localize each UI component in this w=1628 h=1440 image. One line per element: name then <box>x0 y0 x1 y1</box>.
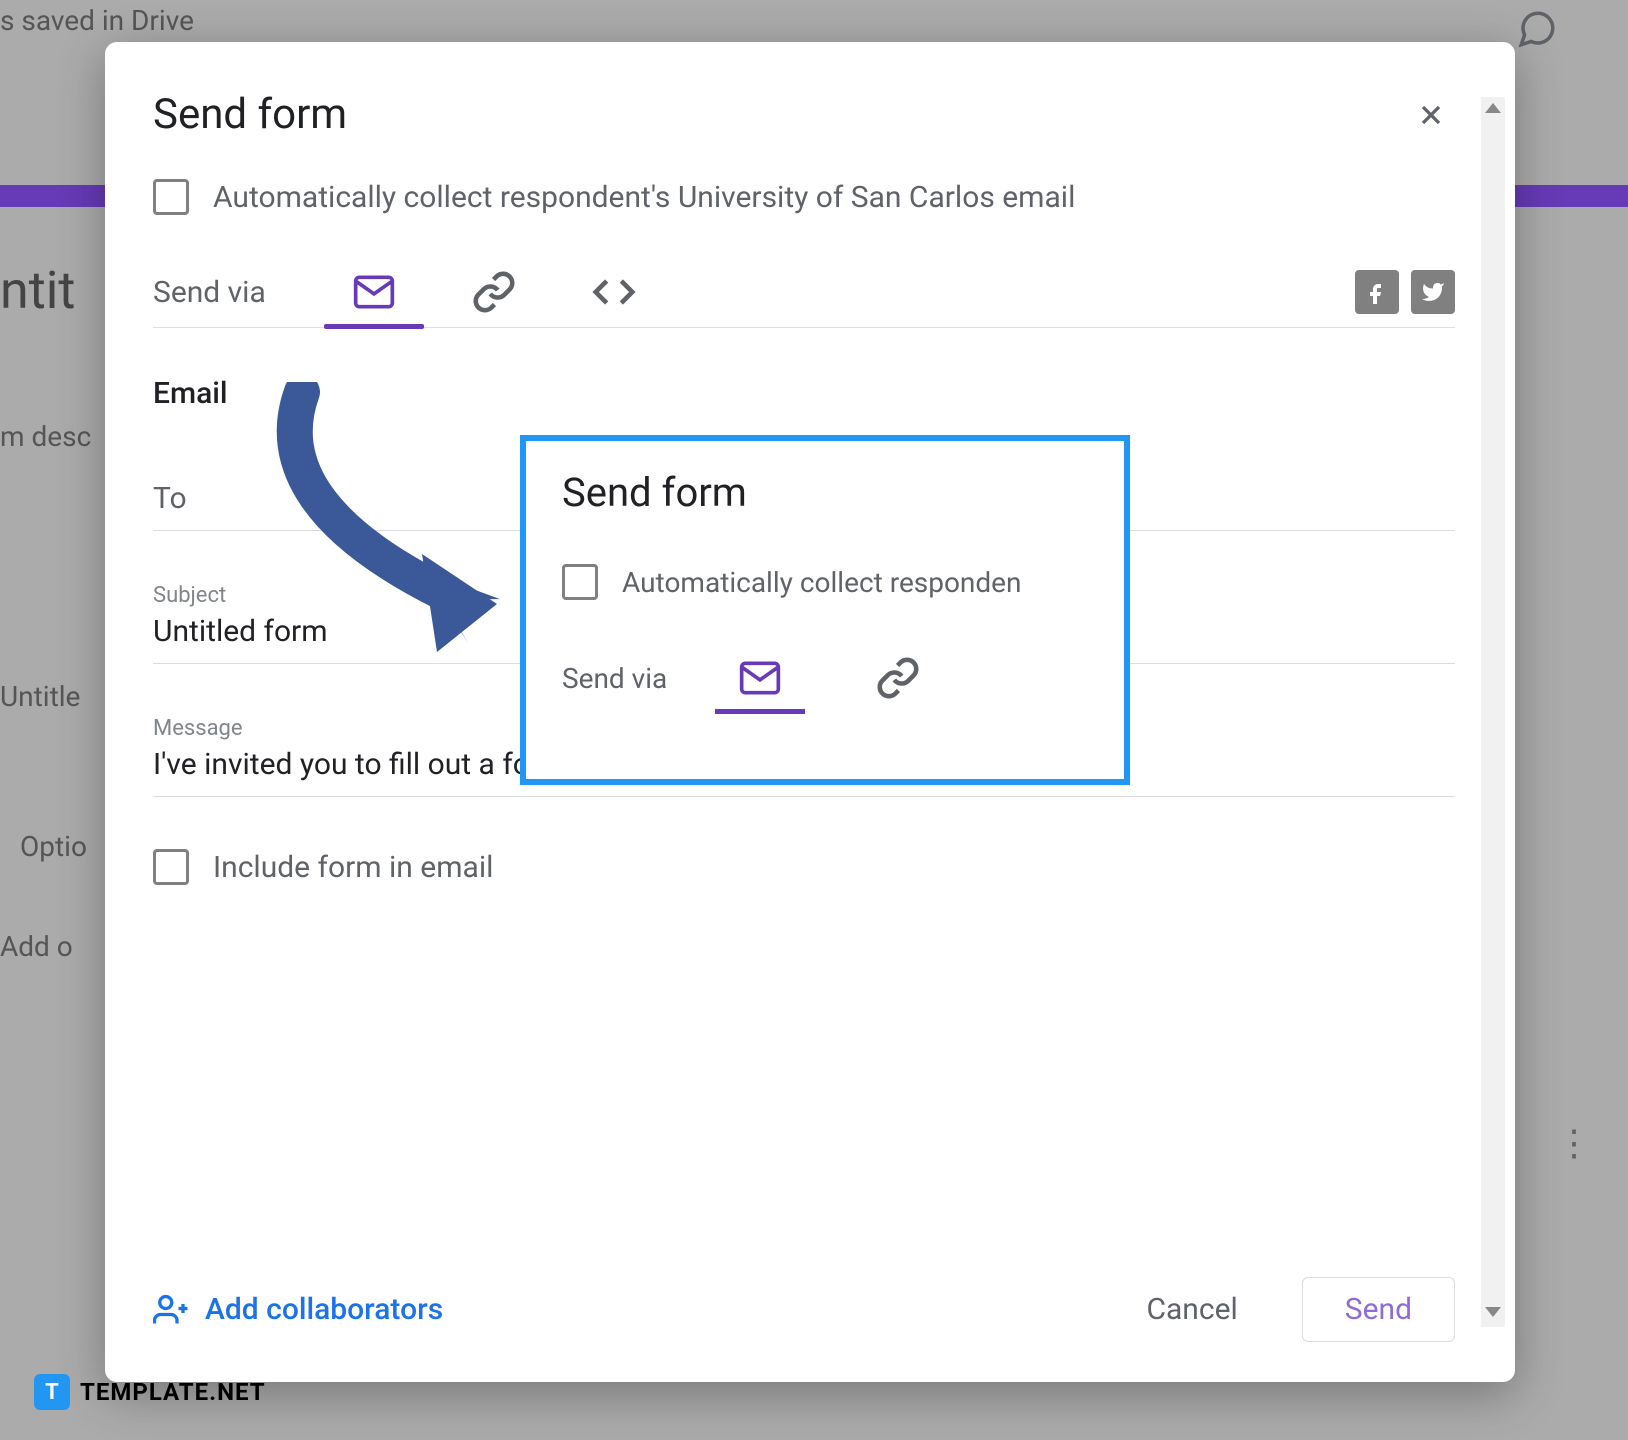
callout-title: Send form <box>562 469 1088 516</box>
tab-link[interactable] <box>434 257 554 327</box>
callout-checkbox <box>562 564 598 600</box>
scrollbar[interactable] <box>1481 97 1505 1327</box>
close-icon <box>1415 99 1447 131</box>
include-form-label: Include form in email <box>213 850 493 885</box>
bg-option: Optio <box>20 830 87 863</box>
auto-collect-checkbox[interactable] <box>153 179 189 215</box>
twitter-icon <box>1421 280 1445 304</box>
email-icon <box>352 270 396 314</box>
link-icon <box>472 270 516 314</box>
watermark-icon: T <box>34 1374 70 1410</box>
watermark-text: TEMPLATE.NET <box>80 1378 266 1406</box>
add-collaborators-button[interactable]: Add collaborators <box>153 1292 443 1328</box>
cancel-button[interactable]: Cancel <box>1122 1278 1261 1341</box>
annotation-callout: Send form Automatically collect responde… <box>520 435 1130 785</box>
modal-title: Send form <box>153 90 347 139</box>
callout-tab-link <box>853 646 943 710</box>
email-icon <box>738 656 782 700</box>
send-button[interactable]: Send <box>1302 1277 1455 1342</box>
embed-icon <box>592 270 636 314</box>
add-person-icon <box>153 1292 189 1328</box>
share-facebook[interactable] <box>1355 270 1399 314</box>
link-icon <box>876 656 920 700</box>
share-twitter[interactable] <box>1411 270 1455 314</box>
send-via-label: Send via <box>153 275 266 310</box>
bg-question: Untitle <box>0 680 80 713</box>
bg-form-title: ntit <box>0 260 75 321</box>
bg-form-description: m desc <box>0 420 91 453</box>
bg-add-option: Add o <box>0 930 73 963</box>
more-menu-icon: ⋮ <box>1556 1122 1588 1164</box>
callout-tab-email <box>715 646 805 710</box>
facebook-icon <box>1365 280 1389 304</box>
saved-status: s saved in Drive <box>0 4 194 37</box>
include-form-checkbox[interactable] <box>153 849 189 885</box>
email-section-heading: Email <box>153 376 1455 411</box>
callout-checkbox-label: Automatically collect responden <box>622 566 1022 599</box>
auto-collect-label: Automatically collect respondent's Unive… <box>213 180 1075 215</box>
callout-send-via-label: Send via <box>562 662 667 695</box>
close-button[interactable] <box>1407 91 1455 139</box>
add-collaborators-label: Add collaborators <box>205 1292 443 1327</box>
tab-email[interactable] <box>314 257 434 327</box>
comment-icon <box>1516 8 1558 50</box>
watermark: T TEMPLATE.NET <box>34 1374 266 1410</box>
tab-embed[interactable] <box>554 257 674 327</box>
